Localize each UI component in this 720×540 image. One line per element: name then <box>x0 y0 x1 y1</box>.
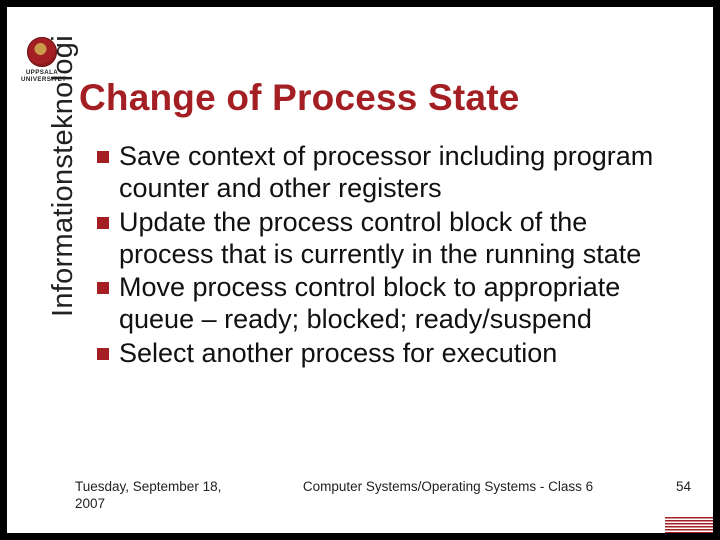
square-bullet-icon <box>97 348 109 360</box>
slide: UPPSALA UNIVERSITET Change of Process St… <box>7 7 713 533</box>
bullet-text: Update the process control block of the … <box>119 207 687 271</box>
footer-date: Tuesday, September 18, 2007 <box>75 479 245 513</box>
slide-title: Change of Process State <box>79 77 520 119</box>
slide-footer: Tuesday, September 18, 2007 Computer Sys… <box>75 479 691 513</box>
square-bullet-icon <box>97 282 109 294</box>
square-bullet-icon <box>97 217 109 229</box>
footer-page-number: 54 <box>651 479 691 494</box>
footer-title: Computer Systems/Operating Systems - Cla… <box>245 479 651 494</box>
list-item: Select another process for execution <box>97 338 687 370</box>
list-item: Move process control block to appropriat… <box>97 272 687 336</box>
list-item: Update the process control block of the … <box>97 207 687 271</box>
decorative-stripes <box>665 517 713 533</box>
bullet-text: Save context of processor including prog… <box>119 141 687 205</box>
bullet-list: Save context of processor including prog… <box>97 141 687 372</box>
sidebar-vertical-label: Informationsteknologi <box>47 35 80 317</box>
bullet-text: Select another process for execution <box>119 338 557 370</box>
square-bullet-icon <box>97 151 109 163</box>
bullet-text: Move process control block to appropriat… <box>119 272 687 336</box>
list-item: Save context of processor including prog… <box>97 141 687 205</box>
